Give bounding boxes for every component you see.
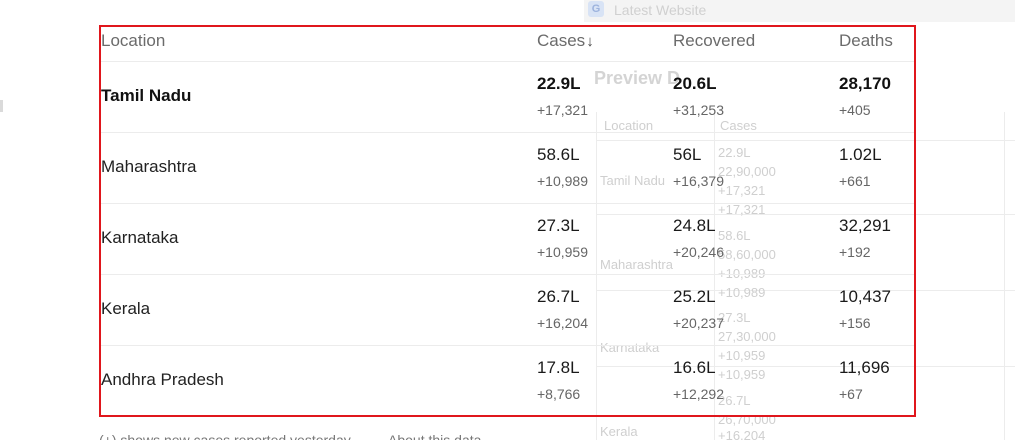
page: G Latest Website Preview D Location Case… <box>0 0 1015 440</box>
table-header-row: Location Cases↓ Recovered Deaths <box>101 27 914 62</box>
column-header-location[interactable]: Location <box>101 31 165 51</box>
row-recovered-new: +31,253 <box>673 102 724 118</box>
row-deaths: 1.02L <box>839 145 882 164</box>
ghost-table-border <box>1004 112 1005 440</box>
table-row[interactable]: Maharashtra 58.6L +10,989 56L +16,379 1.… <box>101 133 914 204</box>
row-deaths-new: +192 <box>839 244 871 260</box>
row-recovered: 20.6L <box>673 74 717 93</box>
row-deaths-new: +156 <box>839 315 871 331</box>
table-row[interactable]: Karnataka 27.3L +10,959 24.8L +20,246 32… <box>101 204 914 275</box>
row-cases: 26.7L <box>537 287 580 306</box>
row-deaths-new: +405 <box>839 102 871 118</box>
row-recovered: 24.8L <box>673 216 716 235</box>
row-cases-new: +10,989 <box>537 173 588 189</box>
row-deaths-new: +661 <box>839 173 871 189</box>
row-cases-new: +17,321 <box>537 102 588 118</box>
row-cases: 22.9L <box>537 74 581 93</box>
row-location: Kerala <box>101 299 151 318</box>
table-row[interactable]: Kerala 26.7L +16,204 25.2L +20,237 10,43… <box>101 275 914 346</box>
ghost-app-title: Latest Website <box>614 2 707 18</box>
sort-descending-icon: ↓ <box>586 33 594 50</box>
row-recovered: 16.6L <box>673 358 716 377</box>
row-location: Tamil Nadu <box>101 86 192 105</box>
ghost-left-mark <box>0 100 3 112</box>
row-location: Karnataka <box>101 228 179 247</box>
row-cases: 58.6L <box>537 145 580 164</box>
row-recovered: 56L <box>673 145 702 164</box>
ghost-cell: +16,204 <box>718 428 766 440</box>
footer-note: (+) shows new cases reported yesterday <box>99 432 351 440</box>
column-header-cases[interactable]: Cases↓ <box>537 31 594 51</box>
states-covid-table: Location Cases↓ Recovered Deaths Tamil N… <box>99 25 916 417</box>
row-deaths-new: +67 <box>839 386 863 402</box>
row-recovered-new: +20,246 <box>673 244 724 260</box>
table-row[interactable]: Andhra Pradesh 17.8L +8,766 16.6L +12,29… <box>101 346 914 416</box>
about-this-data-link[interactable]: About this data <box>388 432 481 440</box>
column-header-deaths[interactable]: Deaths <box>839 31 893 51</box>
row-deaths: 28,170 <box>839 74 891 93</box>
row-location: Andhra Pradesh <box>101 370 224 389</box>
row-deaths: 10,437 <box>839 287 891 306</box>
table-row[interactable]: Tamil Nadu 22.9L +17,321 20.6L +31,253 2… <box>101 62 914 133</box>
row-recovered: 25.2L <box>673 287 716 306</box>
row-cases-new: +8,766 <box>537 386 581 402</box>
row-cases: 17.8L <box>537 358 580 377</box>
row-recovered-new: +12,292 <box>673 386 724 402</box>
column-header-cases-label: Cases <box>537 31 586 50</box>
row-cases-new: +16,204 <box>537 315 588 331</box>
row-cases: 27.3L <box>537 216 580 235</box>
ghost-app-logo-icon: G <box>588 1 604 17</box>
row-cases-new: +10,959 <box>537 244 588 260</box>
ghost-cell: Kerala <box>600 424 638 439</box>
row-recovered-new: +20,237 <box>673 315 724 331</box>
row-location: Maharashtra <box>101 157 197 176</box>
row-deaths: 11,696 <box>839 358 890 377</box>
row-deaths: 32,291 <box>839 216 891 235</box>
column-header-recovered[interactable]: Recovered <box>673 31 755 51</box>
row-recovered-new: +16,379 <box>673 173 724 189</box>
